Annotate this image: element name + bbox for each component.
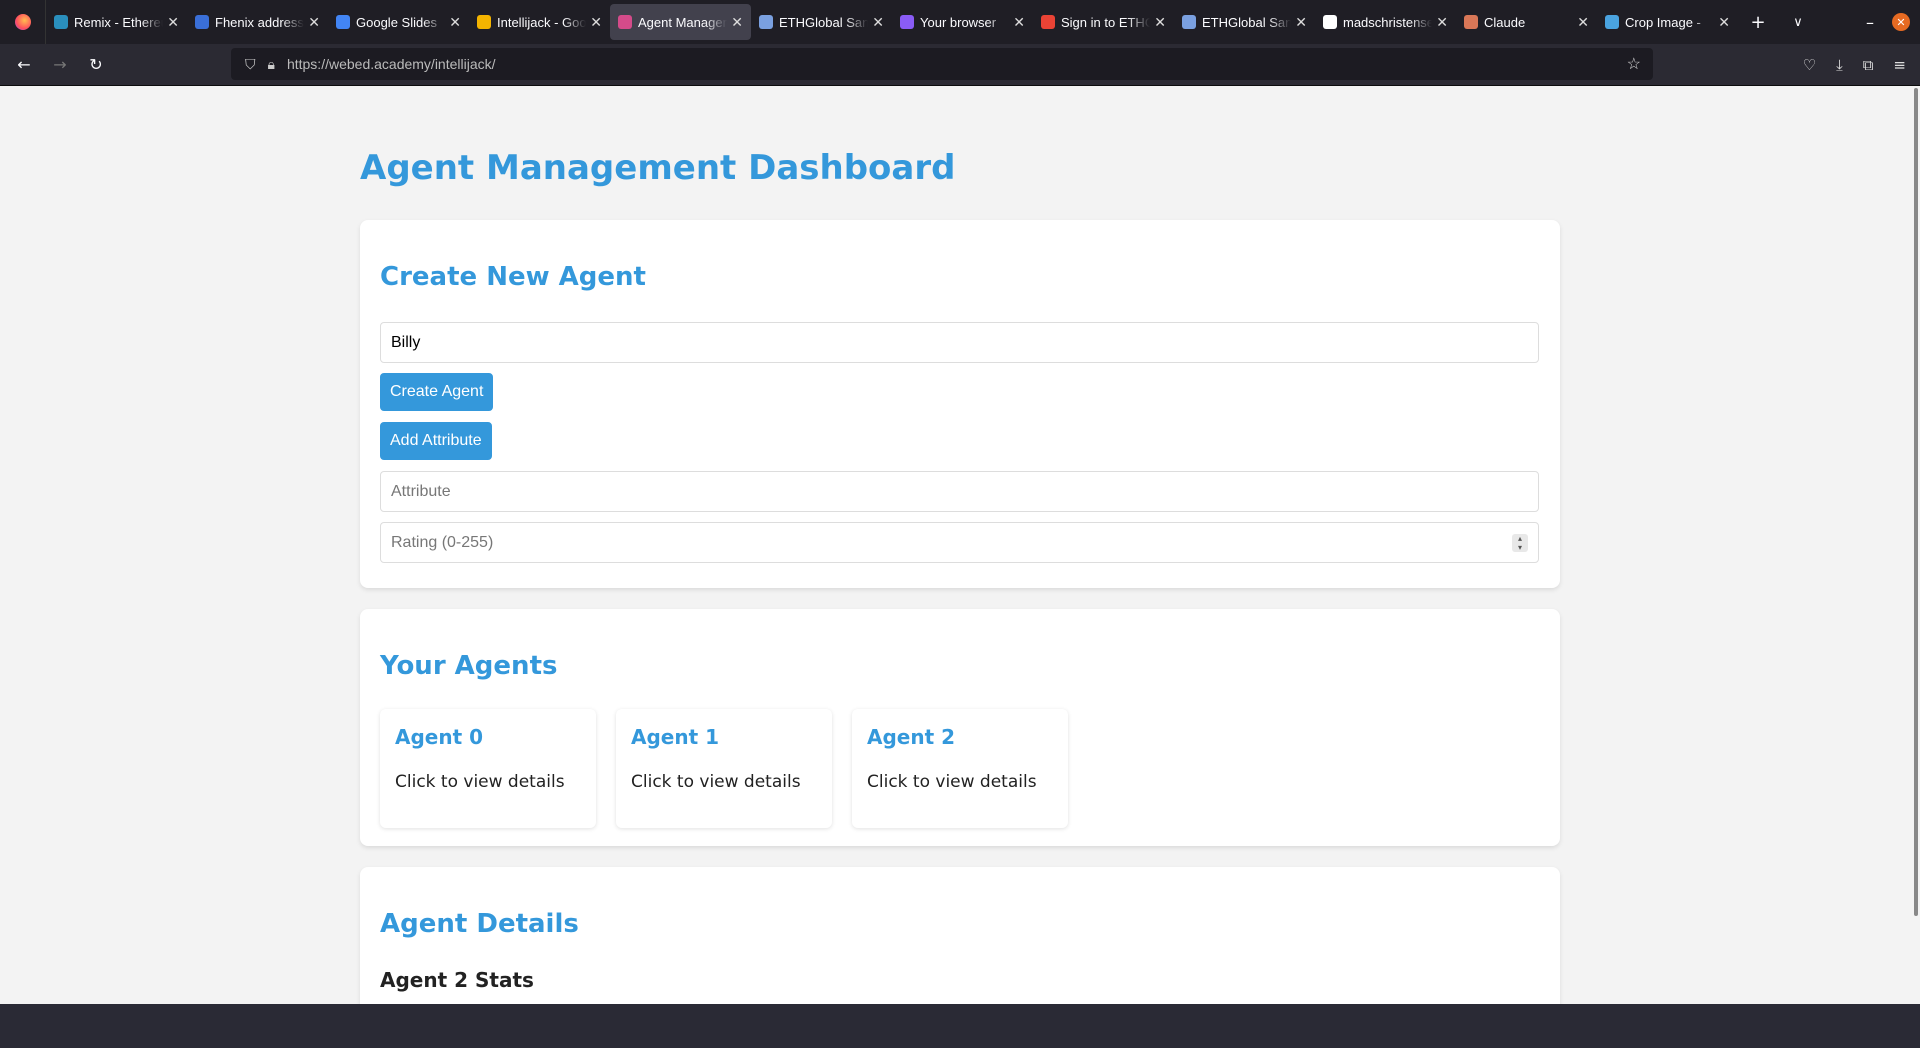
browser-tab[interactable]: Your browser ✕ [892,4,1033,40]
back-button[interactable]: ← [6,55,42,74]
scrollbar-thumb[interactable] [1914,88,1918,916]
create-agent-button[interactable]: Create Agent [380,373,494,411]
list-tabs-button[interactable]: ∨ [1778,15,1818,30]
page-title: Agent Management Dashboard [360,148,956,188]
tab-favicon-icon [1041,15,1055,29]
agent-name: Agent 2 [867,725,956,749]
rating-placeholder: Rating (0-255) [391,533,494,551]
browser-tab[interactable]: madschristensen ✕ [1315,4,1456,40]
tab-favicon-icon [759,15,773,29]
bookmark-star-icon[interactable]: ☆ [1627,54,1641,74]
browser-tab[interactable]: Claude ✕ [1456,4,1597,40]
tab-favicon-icon [477,15,491,29]
agent-card[interactable]: Agent 1 Click to view details [616,709,832,828]
browser-tab[interactable]: Sign in to ETHGlobal✕ [1033,4,1174,40]
tab-favicon-icon [1323,15,1337,29]
browser-tab[interactable]: Remix - Ethereum IDE✕ [46,4,187,40]
tab-label: Your browser [920,14,997,30]
add-attribute-button[interactable]: Add Attribute [380,422,492,460]
reload-button[interactable]: ↻ [78,55,114,74]
tab-label: Remix - Ethereum IDE [74,14,163,30]
tab-close-icon[interactable]: ✕ [1577,14,1589,31]
create-agent-card: Create New Agent Billy Create Agent Add … [360,220,1560,588]
agent-hint: Click to view details [395,772,565,792]
tab-label: Agent Management [638,14,727,30]
tab-close-icon[interactable]: ✕ [167,14,179,31]
tab-favicon-icon [900,15,914,29]
download-icon[interactable]: ⤓ [1836,56,1843,74]
tab-strip: Remix - Ethereum IDE✕Fhenix address✕Goog… [46,4,1738,40]
agent-details-heading: Agent Details [380,909,579,939]
browser-tab[interactable]: ETHGlobal San Francisco✕ [751,4,892,40]
your-agents-card: Your Agents Agent 0 Click to view detail… [360,609,1560,846]
tab-close-icon[interactable]: ✕ [872,14,884,31]
tab-close-icon[interactable]: ✕ [308,14,320,31]
tab-label: Fhenix address [215,14,304,30]
browser-tab[interactable]: Agent Management✕ [610,4,751,40]
tab-favicon-icon [336,15,350,29]
menu-icon[interactable]: ≡ [1893,56,1906,74]
rating-input[interactable]: Rating (0-255) ▴ ▾ [380,522,1539,563]
tab-close-icon[interactable]: ✕ [1154,14,1166,31]
extensions-icon[interactable]: ⧉ [1863,56,1874,74]
tab-favicon-icon [1605,15,1619,29]
agent-hint: Click to view details [631,772,801,792]
tab-close-icon[interactable]: ✕ [1436,14,1448,31]
tab-close-icon[interactable]: ✕ [1295,14,1307,31]
tab-favicon-icon [54,15,68,29]
nav-bar: ← → ↻ ⛉ 🔒︎ https://webed.academy/intelli… [0,44,1920,86]
tab-favicon-icon [195,15,209,29]
page-content: Agent Management Dashboard Create New Ag… [0,86,1920,1004]
tab-label: Crop Image - [1625,14,1701,30]
tab-close-icon[interactable]: ✕ [1013,14,1025,31]
tab-label: ETHGlobal San Francisco [1202,14,1292,30]
tab-label: Intellijack - Google Slides [497,14,587,30]
tab-favicon-icon [1182,15,1196,29]
tab-label: Claude [1484,14,1526,30]
browser-tab[interactable]: ETHGlobal San Francisco✕ [1174,4,1315,40]
browser-tab[interactable]: Google Slides ✕ [328,4,469,40]
lock-icon[interactable]: 🔒︎ [268,56,275,73]
create-agent-heading: Create New Agent [380,262,646,292]
tab-close-icon[interactable]: ✕ [731,14,743,31]
tab-bar: Remix - Ethereum IDE✕Fhenix address✕Goog… [0,0,1920,44]
tab-label: ETHGlobal San Francisco [779,14,869,30]
agent-card[interactable]: Agent 2 Click to view details [852,709,1068,828]
agent-details-card: Agent Details Agent 2 Stats [360,867,1560,1004]
agent-name-input[interactable]: Billy [380,322,1539,363]
tab-label: Sign in to ETHGlobal [1061,14,1151,30]
agent-hint: Click to view details [867,772,1037,792]
minimize-icon[interactable]: – [1866,13,1874,32]
agent-name: Agent 1 [631,725,720,749]
new-tab-button[interactable]: + [1738,12,1778,33]
browser-tab[interactable]: Crop Image - ✕ [1597,4,1738,40]
url-bar[interactable]: ⛉ 🔒︎ https://webed.academy/intellijack/ … [231,48,1653,80]
tab-label: madschristensen [1343,14,1433,30]
forward-button[interactable]: → [42,55,78,74]
agent-name: Agent 0 [395,725,484,749]
tab-close-icon[interactable]: ✕ [449,14,461,31]
browser-tab[interactable]: Fhenix address ✕ [187,4,328,40]
your-agents-heading: Your Agents [380,651,558,681]
tab-favicon-icon [618,15,632,29]
tab-favicon-icon [1464,15,1478,29]
taskbar [0,1004,1920,1048]
shield-icon[interactable]: ⛉ [245,56,256,73]
agent-stats-title: Agent 2 Stats [380,968,534,992]
page-scrollbar[interactable] [1912,86,1920,1004]
agent-card[interactable]: Agent 0 Click to view details [380,709,596,828]
tab-close-icon[interactable]: ✕ [590,14,602,31]
firefox-menu-icon[interactable] [0,0,46,44]
close-window-icon[interactable]: ✕ [1892,13,1910,31]
browser-tab[interactable]: Intellijack - Google Slides✕ [469,4,610,40]
tab-label: Google Slides [356,14,437,30]
url-text: https://webed.academy/intellijack/ [286,56,496,72]
tab-close-icon[interactable]: ✕ [1718,14,1730,31]
pocket-icon[interactable]: ♡ [1803,56,1816,74]
attribute-input[interactable]: Attribute [380,471,1539,512]
number-spinner-icon[interactable]: ▴ ▾ [1512,534,1528,552]
